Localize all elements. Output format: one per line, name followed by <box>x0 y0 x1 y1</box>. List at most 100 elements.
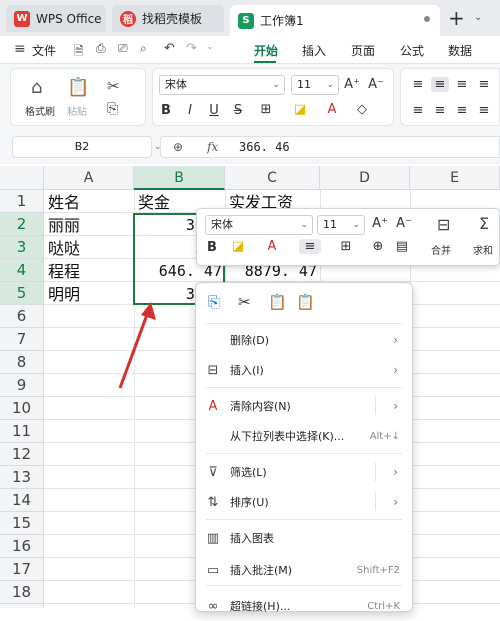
merge-label[interactable]: 合并 <box>431 242 451 257</box>
align-left-text-icon[interactable]: ≡ <box>409 103 427 118</box>
menu-item-insert[interactable]: ⊟ 插入(I) › <box>196 355 412 385</box>
font-color-icon[interactable]: A <box>323 102 341 117</box>
tab-home[interactable]: 开始 <box>254 42 278 59</box>
italic-icon[interactable]: I <box>181 103 199 118</box>
cell-b1[interactable]: 奖金 <box>138 191 170 214</box>
align-top-icon[interactable]: ≡ <box>409 77 427 92</box>
menu-file[interactable]: 文件 <box>32 42 56 59</box>
tab-page[interactable]: 页面 <box>351 42 375 59</box>
bold-icon[interactable]: B <box>157 103 175 118</box>
justify-icon[interactable]: ≡ <box>475 103 493 118</box>
print-icon[interactable]: ⎚ <box>118 41 128 56</box>
select-all-corner[interactable] <box>0 166 44 190</box>
increase-font-icon[interactable]: A⁺ <box>371 216 389 231</box>
fx-icon[interactable]: fx <box>207 140 218 154</box>
cut-icon[interactable]: ✂ <box>238 293 251 311</box>
border-icon[interactable]: ⊞ <box>337 239 355 254</box>
row-header-19[interactable]: 19 <box>0 604 44 608</box>
tab-data[interactable]: 数据 <box>448 42 472 59</box>
tab-template[interactable]: 稻 找稻壳模板 <box>112 5 224 32</box>
strikethrough-icon[interactable]: S <box>229 103 247 118</box>
format-cells-icon[interactable]: ▤ <box>393 239 411 254</box>
cell-a3[interactable]: 哒哒 <box>48 237 80 260</box>
row-header-10[interactable]: 10 <box>0 397 44 420</box>
redo-icon[interactable]: ↷ <box>186 41 197 56</box>
unsaved-dot-icon[interactable] <box>424 16 430 22</box>
quick-access-dropdown-icon[interactable]: ⌄ <box>206 42 214 52</box>
fill-color-icon[interactable]: ◪ <box>229 239 247 254</box>
menu-item-sort[interactable]: ⇅ 排序(U) › <box>196 487 412 517</box>
font-size-select[interactable]: 11 ⌄ <box>291 75 339 95</box>
copy-icon[interactable]: ⎘ <box>107 101 118 117</box>
format-painter-label[interactable]: 格式刷 <box>25 103 55 118</box>
border-icon[interactable]: ⊞ <box>257 102 275 117</box>
hamburger-menu-icon[interactable]: ≡ <box>14 41 26 57</box>
column-header-a[interactable]: A <box>44 166 134 190</box>
row-header-2[interactable]: 2 <box>0 213 44 236</box>
menu-item-hyperlink[interactable]: ∞ 超链接(H)... Ctrl+K <box>196 591 412 621</box>
align-left-icon[interactable]: ≡ <box>475 77 493 92</box>
cell-a1[interactable]: 姓名 <box>48 191 80 214</box>
underline-icon[interactable]: U <box>205 103 223 118</box>
row-header-15[interactable]: 15 <box>0 512 44 535</box>
decrease-font-icon[interactable]: A⁻ <box>367 77 385 92</box>
menu-item-delete[interactable]: 删除(D) › <box>196 325 412 355</box>
row-header-1[interactable]: 1 <box>0 190 44 213</box>
font-name-select[interactable]: 宋体 ⌄ <box>159 75 285 95</box>
row-header-9[interactable]: 9 <box>0 374 44 397</box>
row-header-14[interactable]: 14 <box>0 489 44 512</box>
align-center-icon[interactable]: ≡ <box>431 103 449 118</box>
column-header-c[interactable]: C <box>225 166 320 190</box>
export-icon[interactable]: ⎙ <box>96 41 106 56</box>
chevron-down-icon[interactable]: ⌄ <box>474 12 482 23</box>
column-header-d[interactable]: D <box>320 166 410 190</box>
tab-formula[interactable]: 公式 <box>400 42 424 59</box>
formula-input[interactable]: ⊕ fx 366. 46 <box>160 136 500 158</box>
row-header-8[interactable]: 8 <box>0 351 44 374</box>
column-header-e[interactable]: E <box>410 166 500 190</box>
row-header-3[interactable]: 3 <box>0 236 44 259</box>
row-header-7[interactable]: 7 <box>0 328 44 351</box>
tab-workbook[interactable]: S 工作簿1 <box>230 5 440 36</box>
align-center-icon[interactable]: ≡ <box>299 239 321 254</box>
row-header-11[interactable]: 11 <box>0 420 44 443</box>
format-painter-icon[interactable]: ⌂ <box>31 77 42 98</box>
name-box[interactable]: B2 <box>12 136 152 158</box>
sum-icon[interactable]: Σ <box>479 214 489 233</box>
fill-color-icon[interactable]: ◪ <box>291 102 309 117</box>
eraser-icon[interactable]: ◇ <box>353 102 371 117</box>
increase-font-icon[interactable]: A⁺ <box>343 77 361 92</box>
menu-item-insert-comment[interactable]: ▭ 插入批注(M) Shift+F2 <box>196 555 412 585</box>
align-right-icon[interactable]: ≡ <box>453 103 471 118</box>
mini-font-size-select[interactable]: 11 ⌄ <box>317 215 365 235</box>
row-header-4[interactable]: 4 <box>0 259 44 282</box>
row-header-17[interactable]: 17 <box>0 558 44 581</box>
cell-a2[interactable]: 丽丽 <box>48 214 80 237</box>
print-preview-icon[interactable]: ⌕ <box>140 41 147 56</box>
sum-label[interactable]: 求和 <box>473 242 493 257</box>
cell-a5[interactable]: 明明 <box>48 283 80 306</box>
column-header-b[interactable]: B <box>134 166 225 190</box>
row-header-12[interactable]: 12 <box>0 443 44 466</box>
bold-icon[interactable]: B <box>203 240 221 255</box>
font-color-icon[interactable]: A <box>263 239 281 254</box>
zoom-icon[interactable]: ⊕ <box>173 140 183 154</box>
copy-icon[interactable]: ⎘ <box>208 293 220 311</box>
row-header-13[interactable]: 13 <box>0 466 44 489</box>
menu-item-clear-contents[interactable]: A 清除内容(N) › <box>196 391 412 421</box>
row-header-5[interactable]: 5 <box>0 282 44 305</box>
row-header-16[interactable]: 16 <box>0 535 44 558</box>
tab-insert[interactable]: 插入 <box>302 42 326 59</box>
align-middle-icon[interactable]: ≡ <box>431 77 449 92</box>
mini-font-name-select[interactable]: 宋体 ⌄ <box>205 215 313 235</box>
cut-icon[interactable]: ✂ <box>107 77 120 95</box>
row-header-6[interactable]: 6 <box>0 305 44 328</box>
decrease-font-icon[interactable]: A⁻ <box>395 216 413 231</box>
cell-a4[interactable]: 程程 <box>48 260 80 283</box>
merge-icon[interactable]: ⊟ <box>437 215 450 234</box>
menu-item-insert-chart[interactable]: ▥ 插入图表 <box>196 523 412 553</box>
row-header-18[interactable]: 18 <box>0 581 44 604</box>
new-tab-button[interactable]: + <box>448 6 465 30</box>
tab-wps-office[interactable]: W WPS Office <box>6 5 106 32</box>
menu-item-filter[interactable]: ⊽ 筛选(L) › <box>196 457 412 487</box>
